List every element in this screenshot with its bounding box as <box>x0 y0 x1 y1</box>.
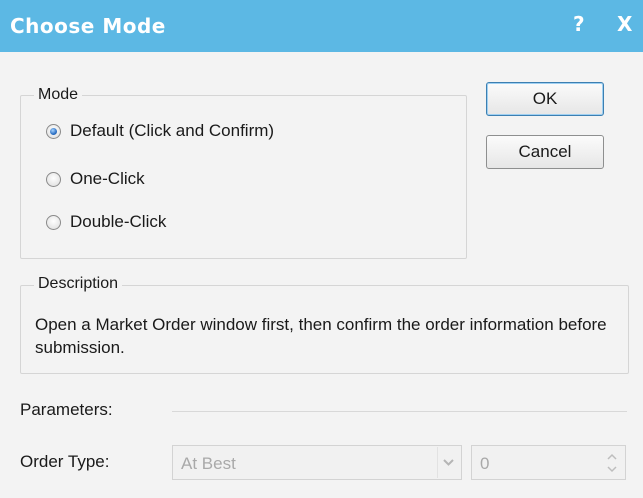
mode-legend: Mode <box>34 86 83 104</box>
chevron-down-icon[interactable] <box>437 447 460 478</box>
cancel-button[interactable]: Cancel <box>486 135 604 169</box>
parameters-label: Parameters: <box>20 400 113 419</box>
radio-default[interactable]: Default (Click and Confirm) <box>46 121 274 141</box>
order-type-select[interactable]: At Best <box>172 445 462 480</box>
quantity-value: 0 <box>480 454 490 473</box>
spin-down-icon[interactable] <box>607 465 617 473</box>
quantity-stepper[interactable]: 0 <box>471 445 626 480</box>
order-type-value: At Best <box>181 454 236 473</box>
description-text: Open a Market Order window first, then c… <box>35 315 607 357</box>
radio-one-click[interactable]: One-Click <box>46 169 145 189</box>
spin-up-icon[interactable] <box>607 453 617 461</box>
window-title: Choose Mode <box>10 14 166 38</box>
radio-button-icon[interactable] <box>46 214 61 230</box>
title-bar: Choose Mode ? X <box>0 0 643 52</box>
radio-default-label: Default (Click and Confirm) <box>70 121 275 140</box>
radio-double-click-label: Double-Click <box>70 212 167 231</box>
ok-button[interactable]: OK <box>486 82 604 116</box>
radio-button-checked-icon[interactable] <box>46 123 61 139</box>
help-button[interactable]: ? <box>573 12 585 36</box>
order-type-label: Order Type: <box>20 452 110 471</box>
radio-one-click-label: One-Click <box>70 169 145 188</box>
radio-button-icon[interactable] <box>46 171 61 187</box>
description-legend: Description <box>34 275 123 293</box>
parameters-divider <box>172 411 627 412</box>
close-button[interactable]: X <box>617 12 632 36</box>
radio-double-click[interactable]: Double-Click <box>46 212 166 232</box>
